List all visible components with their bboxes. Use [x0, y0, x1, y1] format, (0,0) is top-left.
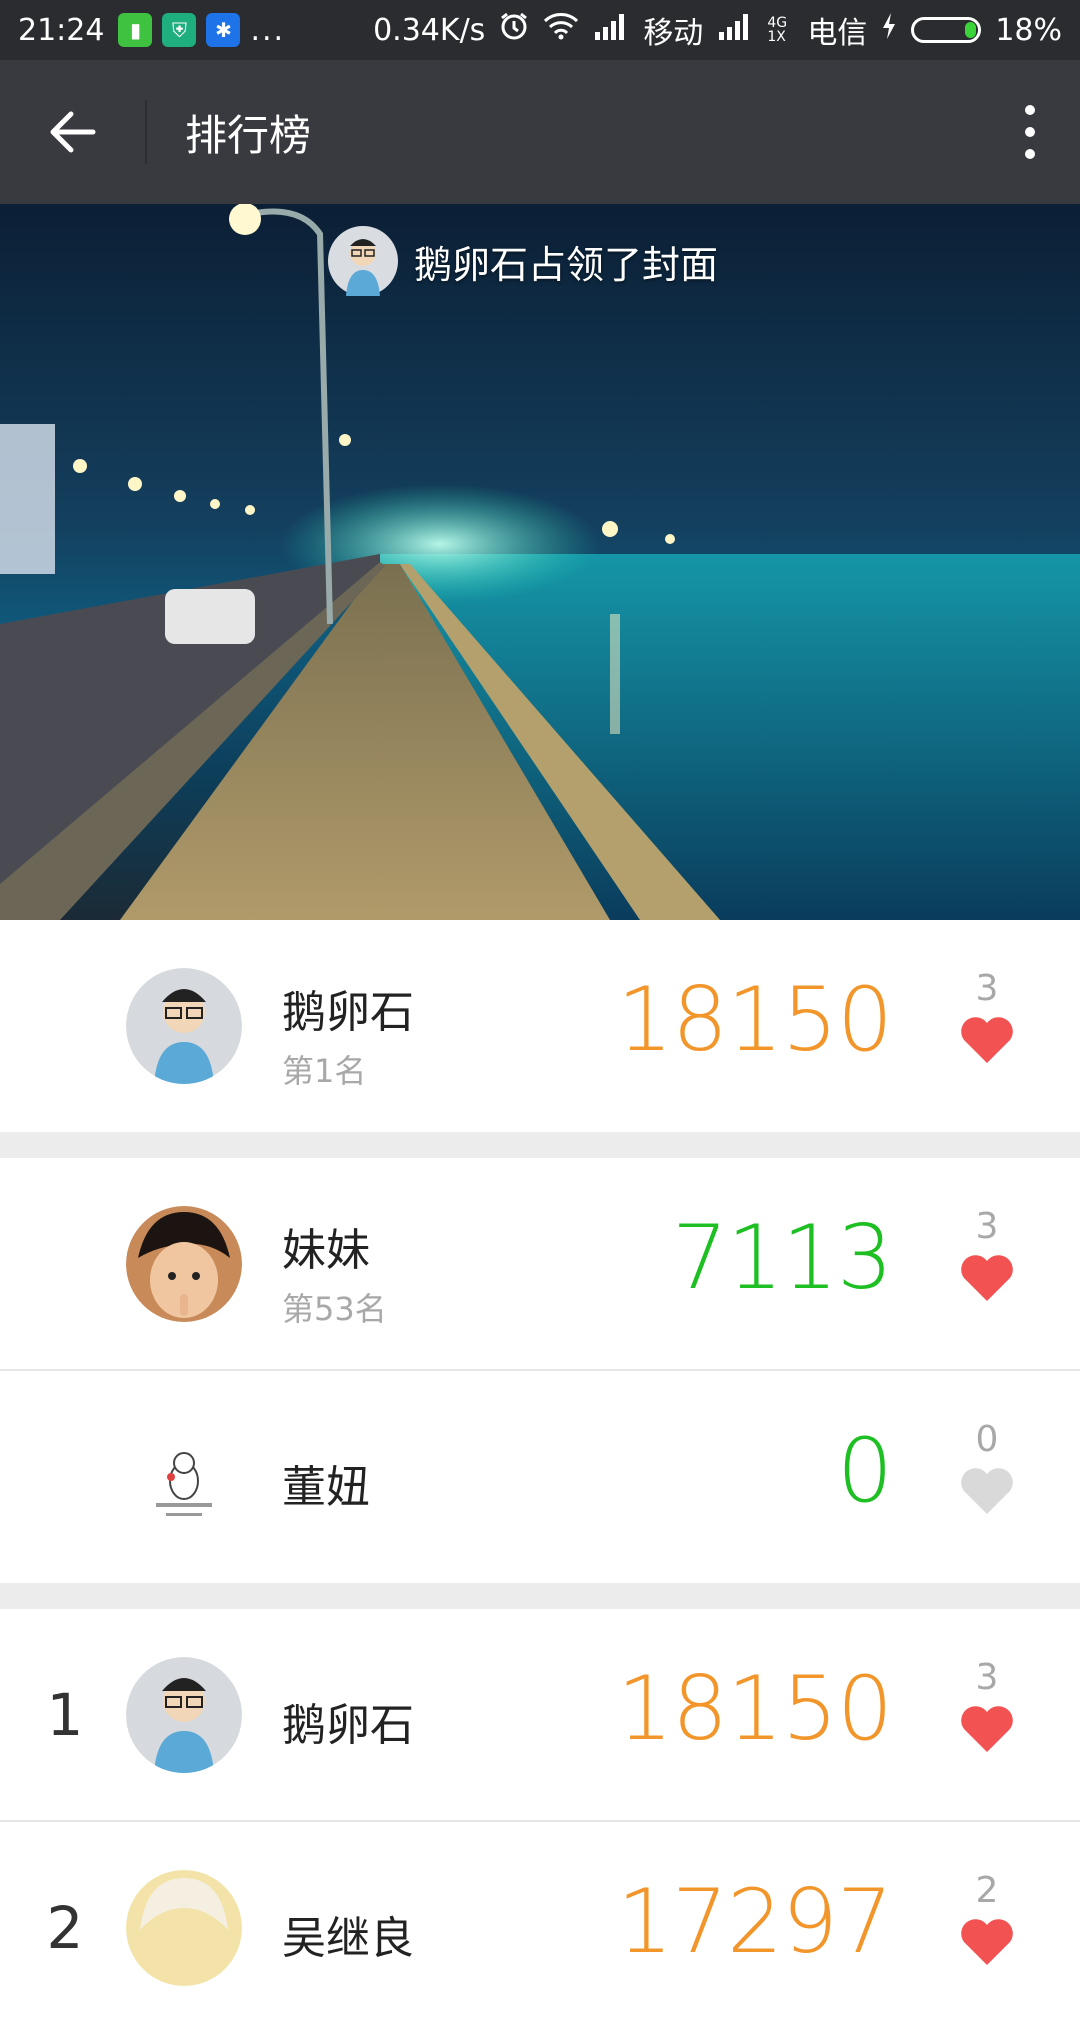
- more-button[interactable]: [980, 60, 1080, 204]
- cover-owner-avatar[interactable]: [328, 226, 398, 296]
- more-vert-icon: [1025, 105, 1035, 159]
- signal-icon: [593, 12, 629, 48]
- like-button[interactable]: 3: [952, 1206, 1022, 1307]
- carrier-1: 移动: [643, 16, 704, 51]
- back-button[interactable]: [0, 60, 145, 204]
- section-gap: [0, 1132, 1080, 1158]
- step-count: 18150: [617, 1657, 893, 1760]
- user-name: 鹅卵石: [282, 1700, 414, 1751]
- avatar[interactable]: [126, 968, 242, 1084]
- avatar[interactable]: [126, 1657, 242, 1773]
- header-divider: [145, 100, 147, 164]
- app-notification-icon: ✱: [206, 13, 241, 47]
- user-name: 吴继良: [282, 1913, 414, 1964]
- like-count: 3: [975, 1657, 999, 1698]
- app-bar: 排行榜: [0, 60, 1080, 204]
- alarm-icon: [499, 11, 529, 49]
- rank-label: 第1名: [282, 1052, 367, 1090]
- cover-caption-text: 鹅卵石占领了封面: [414, 242, 719, 287]
- battery-percent: 18%: [995, 12, 1062, 48]
- back-arrow-icon: [50, 111, 95, 153]
- heart-icon: [961, 1017, 1013, 1063]
- section-gap: [0, 1583, 1080, 1609]
- wifi-icon: [543, 12, 579, 48]
- like-count: 3: [975, 968, 999, 1009]
- like-count: 2: [975, 1870, 999, 1911]
- battery-icon: [911, 17, 982, 43]
- heart-icon: [961, 1919, 1013, 1965]
- like-button[interactable]: 0: [952, 1419, 1022, 1520]
- heart-icon: [961, 1468, 1013, 1514]
- user-name: 鹅卵石: [282, 987, 414, 1038]
- rank-number: 1: [46, 1681, 84, 1749]
- step-count: 7113: [672, 1206, 893, 1309]
- like-button[interactable]: 2: [952, 1870, 1022, 1971]
- shield-app-icon: ⛨: [162, 13, 197, 47]
- user-name: 妹妹: [282, 1225, 370, 1276]
- battery-app-icon: ▮: [118, 13, 153, 47]
- step-count: 17297: [617, 1870, 893, 1973]
- heart-icon: [961, 1255, 1013, 1301]
- avatar[interactable]: [126, 1206, 242, 1322]
- charging-icon: [881, 12, 897, 48]
- network-speed: 0.34K/s: [373, 12, 486, 48]
- rank-number: 2: [46, 1894, 84, 1962]
- ranking-row[interactable]: 1 鹅卵石 18150 3: [0, 1609, 1080, 1821]
- step-count: 0: [837, 1419, 893, 1522]
- cover-caption: 鹅卵石占领了封面: [328, 226, 718, 296]
- like-button[interactable]: 3: [952, 1657, 1022, 1758]
- like-count: 0: [975, 1419, 999, 1460]
- avatar[interactable]: [126, 1870, 242, 1986]
- status-time: 21:24: [18, 12, 105, 48]
- heart-icon: [961, 1706, 1013, 1752]
- signal-icon-2: [717, 12, 753, 48]
- avatar[interactable]: [126, 1419, 242, 1535]
- network-type: 4G 1X: [767, 15, 788, 45]
- night-bridge-photo: [0, 204, 1080, 920]
- step-count: 18150: [617, 968, 893, 1071]
- friend-rank-row[interactable]: 妹妹 第53名 7113 3: [0, 1158, 1080, 1370]
- friend-rank-row[interactable]: 董妞 0 0: [0, 1371, 1080, 1583]
- status-bar: 21:24 ▮ ⛨ ✱ ... 0.34K/s 移动 4G 1X 电信 18%: [0, 0, 1080, 60]
- my-rank-row[interactable]: 鹅卵石 第1名 18150 3: [0, 920, 1080, 1132]
- user-name: 董妞: [282, 1462, 370, 1513]
- rank-label: 第53名: [282, 1290, 387, 1328]
- more-notifications-icon: ...: [250, 12, 286, 48]
- like-count: 3: [975, 1206, 999, 1247]
- page-title: 排行榜: [185, 110, 312, 160]
- ranking-row[interactable]: 2 吴继良 17297 2: [0, 1822, 1080, 2034]
- cover-image[interactable]: 鹅卵石占领了封面: [0, 204, 1080, 920]
- like-button[interactable]: 3: [952, 968, 1022, 1069]
- carrier-2: 电信: [807, 16, 868, 51]
